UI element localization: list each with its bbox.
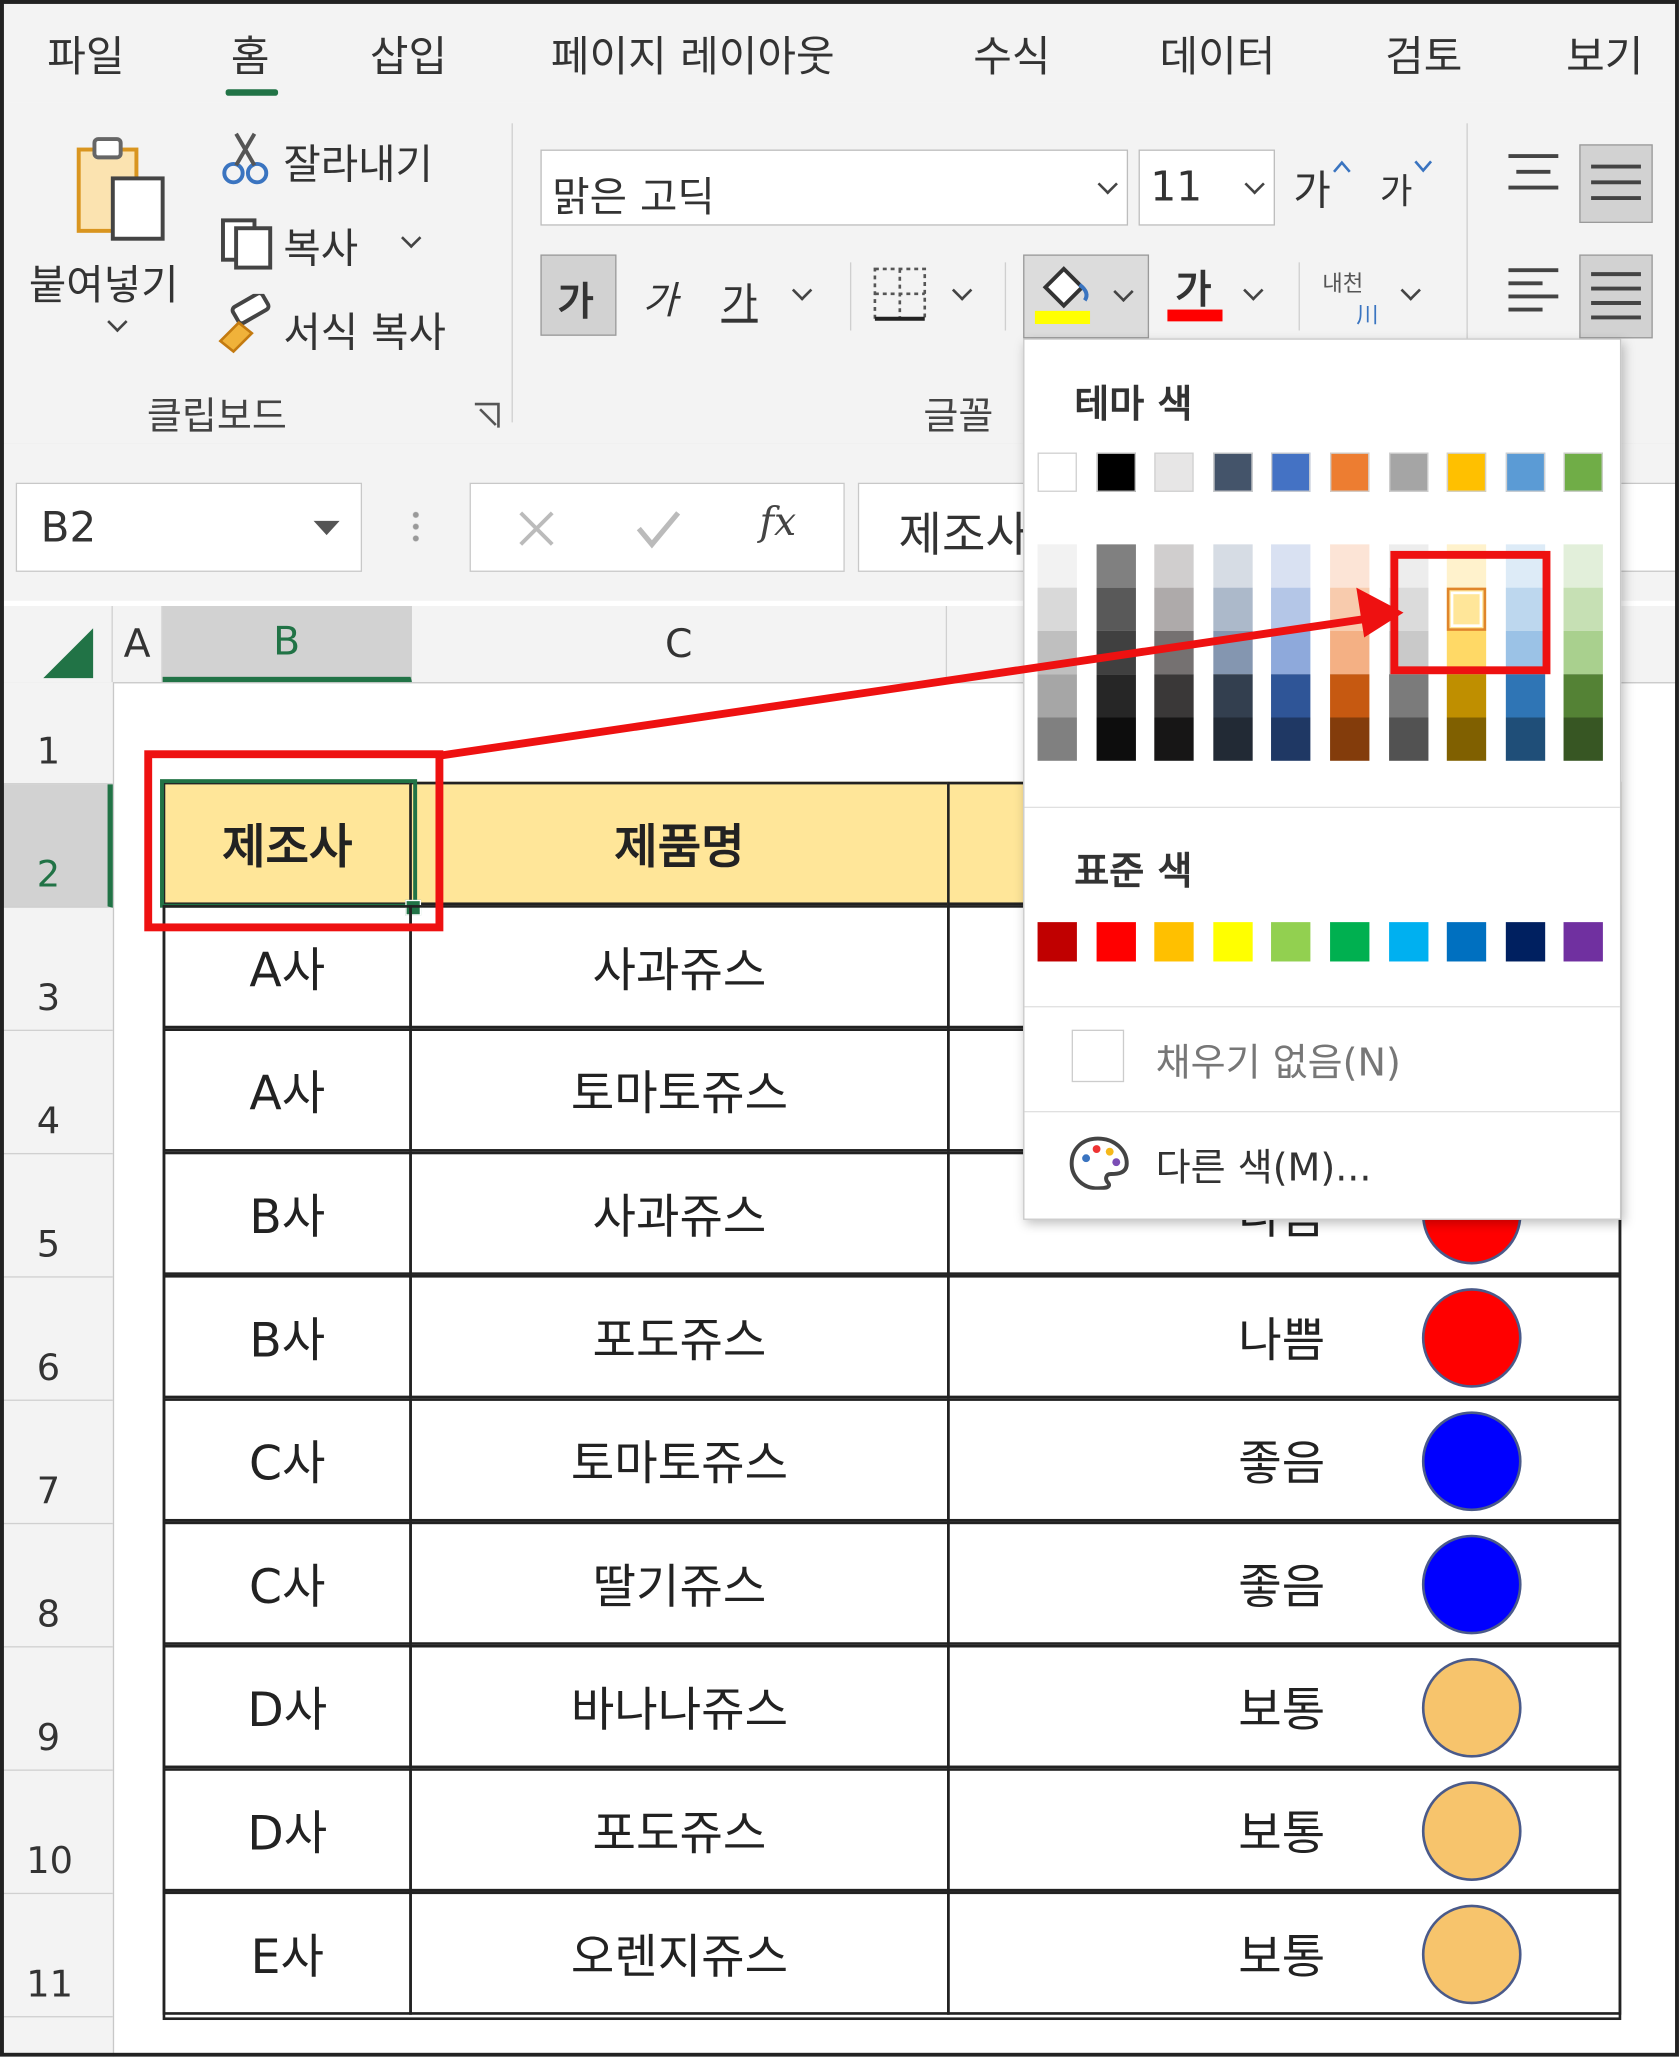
annotation-arrow [440,587,1404,760]
